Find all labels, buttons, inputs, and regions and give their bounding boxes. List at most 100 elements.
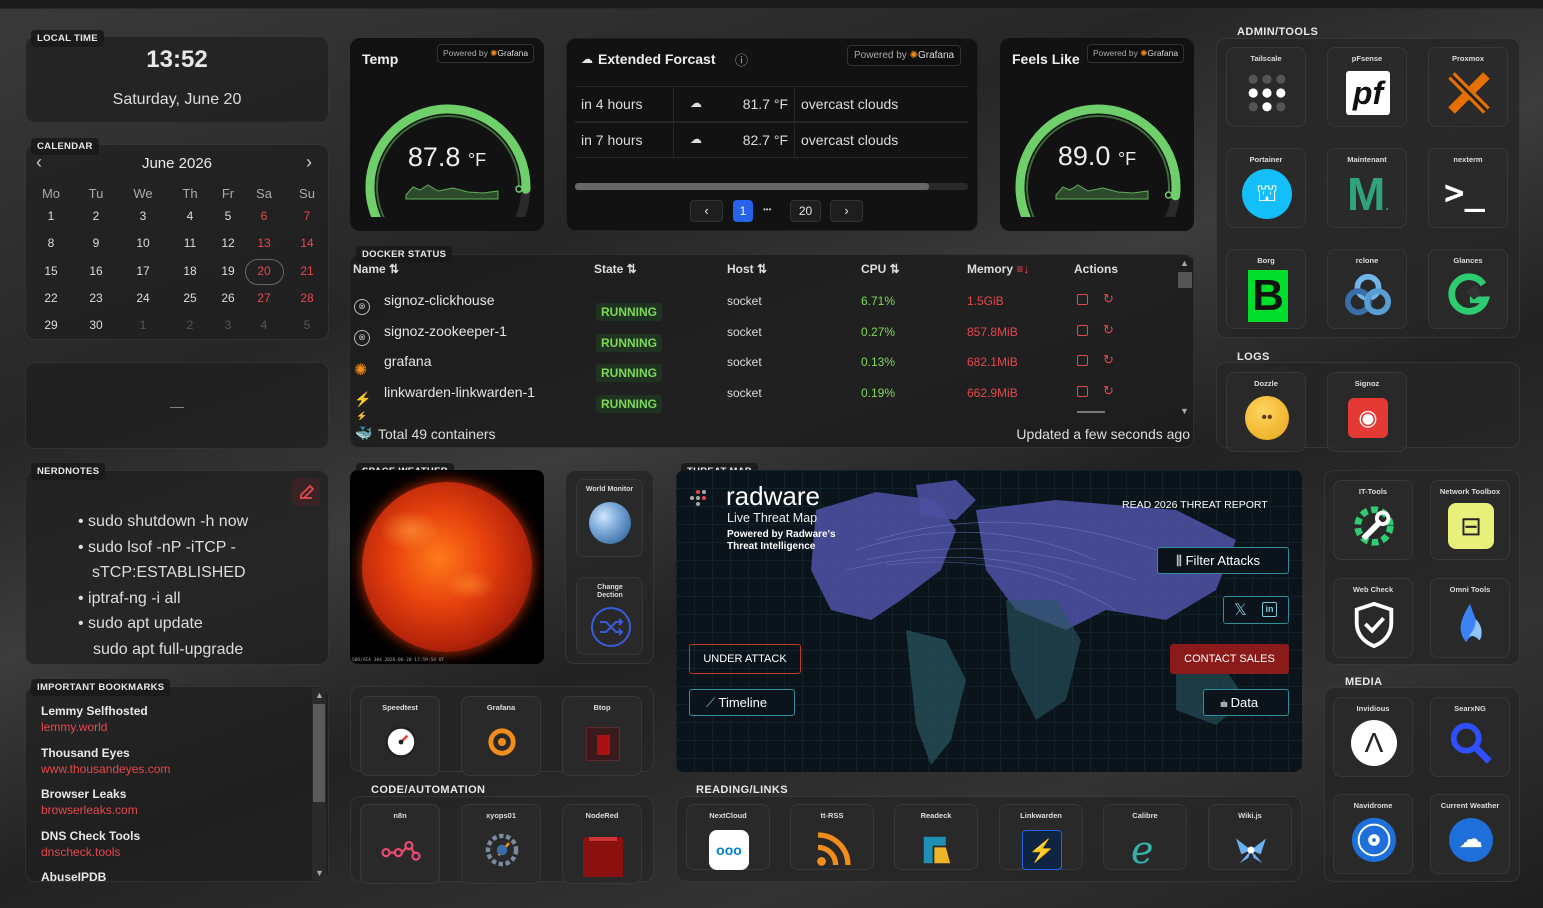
- col-state[interactable]: State ⇅: [594, 262, 637, 276]
- restart-icon[interactable]: ↻: [1103, 383, 1114, 399]
- app-tile-readeck[interactable]: Readeck: [894, 804, 978, 870]
- app-tile-portainer[interactable]: Portainer ⛫: [1226, 148, 1306, 228]
- app-tile-calibre[interactable]: Calibre e: [1103, 804, 1187, 872]
- app-tile-btop[interactable]: Btop: [562, 696, 642, 776]
- col-name[interactable]: Name ⇅: [353, 262, 399, 276]
- calendar-day[interactable]: 18: [173, 264, 207, 278]
- app-tile-omni-tools[interactable]: Omni Tools: [1430, 578, 1510, 658]
- pager-page-current[interactable]: 1: [733, 200, 753, 222]
- calendar-day[interactable]: 1: [34, 209, 68, 223]
- app-tile-nexterm[interactable]: nexterm >_: [1428, 148, 1508, 228]
- restart-icon[interactable]: ↻: [1103, 352, 1114, 368]
- bookmarks-scrollbar[interactable]: ▲ ▼: [312, 688, 326, 880]
- app-tile-invidious[interactable]: Invidious Λ: [1333, 697, 1413, 777]
- change-detection-tile[interactable]: Change Dection: [576, 577, 643, 655]
- info-icon[interactable]: ⓘ: [735, 50, 748, 69]
- calendar-day[interactable]: 29: [34, 318, 68, 332]
- calendar-day[interactable]: 4: [247, 318, 281, 332]
- col-memory[interactable]: Memory ≡↓: [967, 262, 1029, 276]
- calendar-day[interactable]: 21: [290, 264, 324, 278]
- bookmark-title[interactable]: Browser Leaks: [41, 787, 126, 801]
- app-tile-nodered[interactable]: NodeRed: [562, 804, 642, 884]
- restart-icon[interactable]: ↻: [1103, 291, 1114, 307]
- calendar-day[interactable]: 3: [211, 318, 245, 332]
- temp-powered-by[interactable]: Powered by ✺Grafana: [437, 44, 535, 63]
- app-tile-grafana[interactable]: Grafana: [461, 696, 541, 776]
- calendar-day[interactable]: 5: [290, 318, 324, 332]
- bookmark-url[interactable]: www.thousandeyes.com: [41, 762, 170, 776]
- app-tile-nextcloud[interactable]: NextCloud ooo: [686, 804, 770, 870]
- calendar-day[interactable]: 12: [211, 236, 245, 250]
- threat-map-frame[interactable]: radware Live Threat Map Powered by Radwa…: [676, 470, 1302, 772]
- calendar-day[interactable]: 2: [173, 318, 207, 332]
- app-tile-tt-rss[interactable]: tt-RSS: [790, 804, 874, 870]
- app-tile-navidrome[interactable]: Navidrome: [1333, 794, 1413, 874]
- bookmark-url[interactable]: browserleaks.com: [41, 803, 138, 817]
- container-row[interactable]: ✺ grafana RUNNING socket 0.13% 682.1MiB ↻: [350, 347, 1180, 383]
- calendar-day[interactable]: 23: [79, 291, 113, 305]
- bookmark-title[interactable]: Thousand Eyes: [41, 746, 130, 760]
- calendar-day[interactable]: 26: [211, 291, 245, 305]
- under-attack-button[interactable]: UNDER ATTACK: [689, 644, 801, 674]
- data-button[interactable]: ıılıı Data: [1203, 689, 1289, 716]
- calendar-day[interactable]: 19: [211, 264, 245, 278]
- calendar-next-button[interactable]: ›: [306, 152, 312, 173]
- calendar-day[interactable]: 1: [126, 318, 160, 332]
- app-tile-searxng[interactable]: SearxNG: [1430, 697, 1510, 777]
- x-social-icon[interactable]: 𝕏: [1234, 600, 1247, 620]
- calendar-day[interactable]: 7: [290, 209, 324, 223]
- forecast-powered-by[interactable]: Powered by ✺Grafana: [847, 45, 962, 66]
- bookmark-title[interactable]: DNS Check Tools: [41, 829, 140, 843]
- app-tile-speedtest[interactable]: Speedtest: [360, 696, 440, 776]
- calendar-day[interactable]: 15: [34, 264, 68, 278]
- calendar-day[interactable]: 20: [247, 264, 281, 278]
- calendar-day[interactable]: 6: [247, 209, 281, 223]
- calendar-day[interactable]: 13: [247, 236, 281, 250]
- filter-attacks-button[interactable]: ⫼ Filter Attacks: [1157, 547, 1289, 574]
- stop-icon[interactable]: [1077, 386, 1088, 398]
- app-tile-network-toolbox[interactable]: Network Toolbox ⊟: [1430, 480, 1510, 560]
- restart-icon[interactable]: ↻: [1103, 322, 1114, 338]
- bookmark-title[interactable]: Lemmy Selfhosted: [41, 704, 148, 718]
- feels-powered-by[interactable]: Powered by ✺Grafana: [1087, 44, 1185, 63]
- calendar-day[interactable]: 28: [290, 291, 324, 305]
- pager-page-last[interactable]: 20: [790, 200, 821, 222]
- calendar-day[interactable]: 8: [34, 236, 68, 250]
- stop-icon[interactable]: [1077, 355, 1088, 367]
- calendar-day[interactable]: 16: [79, 264, 113, 278]
- calendar-day[interactable]: 2: [79, 209, 113, 223]
- bookmark-title[interactable]: AbuseIPDB: [41, 870, 106, 884]
- stop-icon[interactable]: [1077, 324, 1088, 336]
- calendar-day[interactable]: 22: [34, 291, 68, 305]
- calendar-day[interactable]: 25: [173, 291, 207, 305]
- col-cpu[interactable]: CPU ⇅: [861, 262, 900, 276]
- app-tile-proxmox[interactable]: Proxmox: [1428, 47, 1508, 127]
- app-tile-it-tools[interactable]: IT-Tools: [1333, 480, 1413, 560]
- bookmark-url[interactable]: dnscheck.tools: [41, 845, 120, 859]
- app-tile-rclone[interactable]: rclone: [1327, 249, 1407, 329]
- calendar-day[interactable]: 9: [79, 236, 113, 250]
- edit-icon[interactable]: [292, 478, 320, 506]
- calendar-day[interactable]: 17: [126, 264, 160, 278]
- timeline-button[interactable]: ⟋ Timeline: [689, 689, 795, 716]
- calendar-day[interactable]: 30: [79, 318, 113, 332]
- app-tile-n8n[interactable]: n8n: [360, 804, 440, 884]
- app-tile-signoz[interactable]: Signoz ◉: [1327, 372, 1407, 452]
- threat-report-link[interactable]: READ 2026 THREAT REPORT: [1122, 499, 1268, 511]
- stop-icon[interactable]: [1077, 294, 1088, 305]
- bookmark-url[interactable]: lemmy.world: [41, 720, 107, 734]
- app-tile-pfsense[interactable]: pFsense pf: [1327, 47, 1407, 127]
- pager-prev-button[interactable]: ‹: [690, 200, 723, 222]
- calendar-day[interactable]: 11: [173, 236, 207, 250]
- calendar-day[interactable]: 5: [211, 209, 245, 223]
- contact-sales-button[interactable]: CONTACT SALES: [1170, 644, 1289, 674]
- forecast-scrollbar[interactable]: [575, 183, 968, 190]
- app-tile-linkwarden[interactable]: Linkwarden ⚡: [999, 804, 1083, 870]
- app-tile-web-check[interactable]: Web Check: [1333, 578, 1413, 658]
- app-tile-glances[interactable]: Glances: [1428, 249, 1508, 329]
- col-host[interactable]: Host ⇅: [727, 262, 767, 276]
- container-row[interactable]: ⚡ linkwarden-linkwarden-1 RUNNING socket 0.1…: [350, 378, 1180, 414]
- app-tile-maintenant[interactable]: Maintenant M.: [1327, 148, 1407, 228]
- calendar-day[interactable]: 24: [126, 291, 160, 305]
- calendar-day[interactable]: 10: [126, 236, 160, 250]
